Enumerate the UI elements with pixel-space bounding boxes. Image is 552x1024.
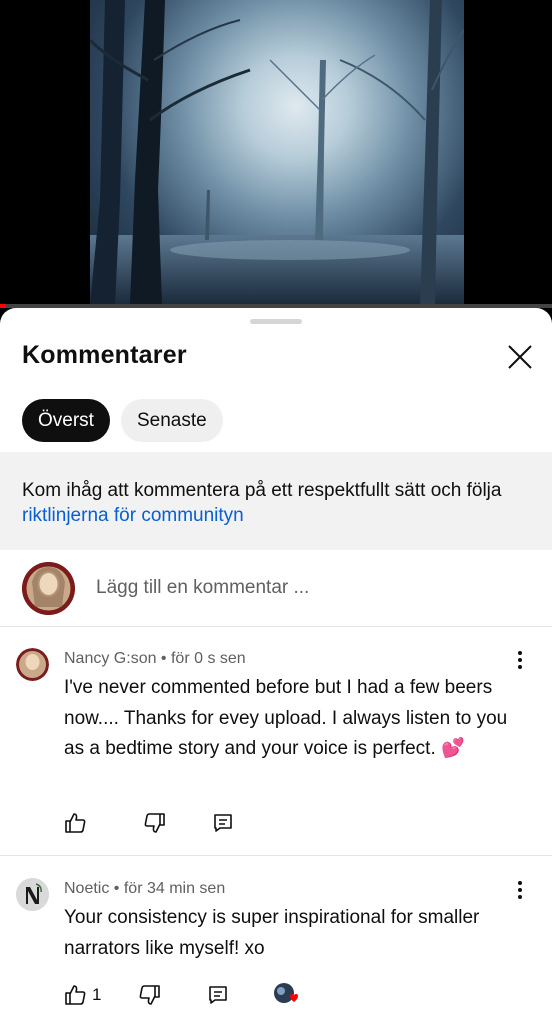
like-count: 1 [92,985,102,1004]
sort-chips: Överst Senaste [22,399,223,442]
like-icon[interactable] [64,984,86,1006]
add-comment-row[interactable]: Lägg till en kommentar ... [0,550,552,627]
dislike-icon[interactable] [139,984,161,1006]
comment-text: I've never commented before but I had a … [64,677,508,759]
comment-meta[interactable]: Nancy G:son • för 0 s sen [64,650,246,668]
video-progress-played [0,304,6,308]
more-vert-icon[interactable] [510,648,530,672]
comment-item: Nancy G:son • för 0 s sen I've never com… [0,638,552,855]
drag-handle[interactable] [250,319,302,324]
comment-meta[interactable]: Noetic • för 34 min sen [64,880,225,898]
like-icon[interactable] [64,812,86,834]
chip-newest[interactable]: Senaste [120,399,223,442]
foggy-forest-image [90,0,464,305]
more-vert-icon[interactable] [510,878,530,902]
community-notice: Kom ihåg att kommentera på ett respektfu… [0,452,552,550]
creator-heart-icon [273,982,299,1008]
video-frame[interactable] [90,0,464,305]
sheet-title: Kommentarer [22,341,187,369]
comment-actions: 1 [64,982,299,1008]
commenter-avatar[interactable] [16,878,49,911]
comments-sheet: Kommentarer Överst Senaste Kom ihåg att … [0,308,552,1024]
chip-top[interactable]: Överst [22,399,110,442]
comment-divider [0,855,552,856]
notice-text: Kom ihåg att kommentera på ett respektfu… [22,480,502,501]
close-icon[interactable] [504,341,536,373]
video-player[interactable] [0,0,552,308]
commenter-avatar[interactable] [16,648,49,681]
comment-text: Your consistency is super inspirational … [64,907,480,959]
dislike-icon[interactable] [144,812,166,834]
comment-item: Noetic • för 34 min sen Your consistency… [0,868,552,1024]
user-avatar [22,562,75,615]
guidelines-link[interactable]: riktlinjerna för communityn [22,505,244,526]
add-comment-input[interactable]: Lägg till en kommentar ... [96,577,309,599]
reply-icon[interactable] [212,812,234,834]
comment-actions [64,812,234,834]
reply-icon[interactable] [207,984,229,1006]
